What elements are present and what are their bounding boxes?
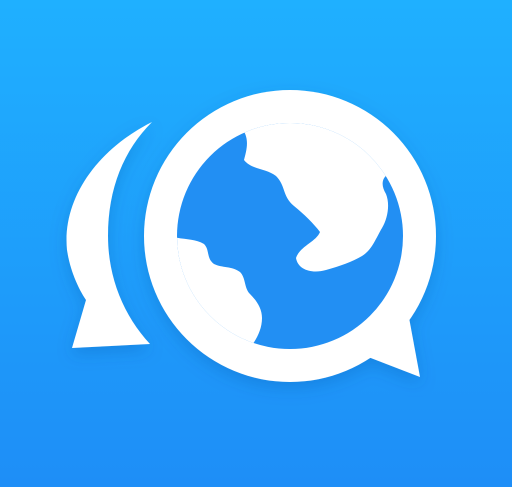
app-icon — [0, 0, 512, 487]
